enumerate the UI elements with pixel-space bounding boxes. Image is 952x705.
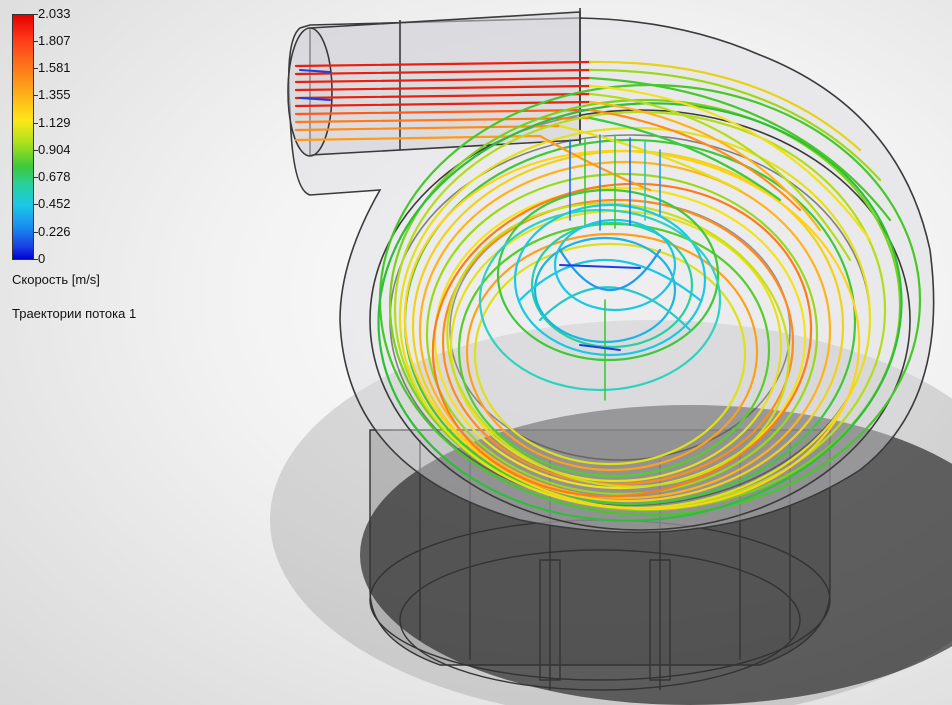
- legend-tick-label: 1.807: [38, 33, 71, 48]
- plot-name: Траектории потока 1: [12, 306, 137, 321]
- legend-tick-label: 1.129: [38, 115, 71, 130]
- velocity-colorbar: [12, 14, 34, 260]
- graphics-viewport[interactable]: 2.033 1.807 1.581 1.355 1.129 0.904 0.67…: [0, 0, 952, 705]
- legend-tick-label: 0.452: [38, 196, 71, 211]
- velocity-legend: 2.033 1.807 1.581 1.355 1.129 0.904 0.67…: [0, 0, 200, 330]
- legend-tick-label: 1.355: [38, 87, 71, 102]
- legend-tick-label: 0.678: [38, 169, 71, 184]
- legend-title: Скорость [m/s]: [12, 272, 100, 287]
- legend-tick-label: 0: [38, 251, 46, 266]
- legend-tick-label: 1.581: [38, 60, 71, 75]
- legend-tick-label: 2.033: [38, 6, 71, 21]
- legend-tick-label: 0.904: [38, 142, 71, 157]
- legend-tick-label: 0.226: [38, 224, 71, 239]
